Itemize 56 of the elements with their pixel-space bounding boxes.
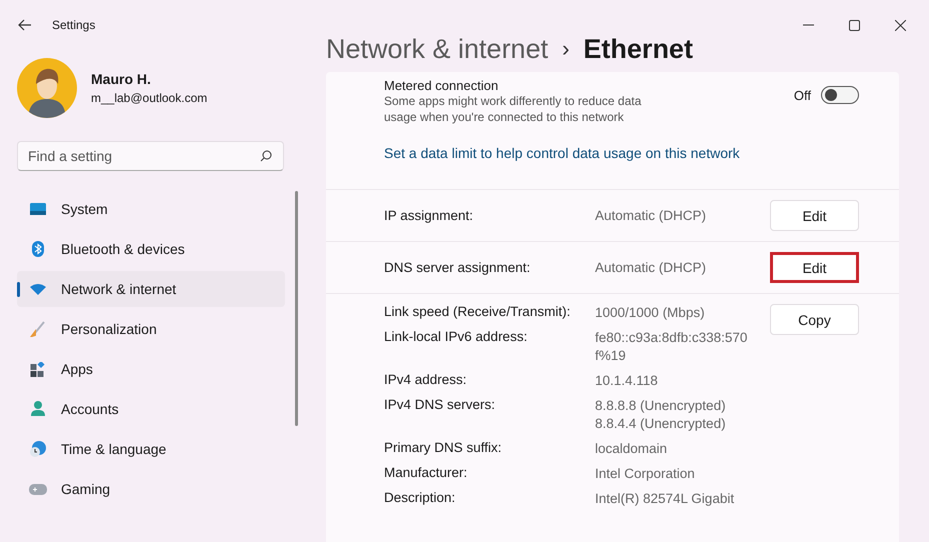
sidebar-item[interactable]: Apps (17, 351, 285, 387)
breadcrumb-link[interactable]: Network & internet (326, 34, 548, 64)
sidebar-item[interactable]: Accounts (17, 391, 285, 427)
property-value: 8.8.4.4 (Unencrypted) (595, 415, 727, 433)
setting-label: DNS server assignment: (384, 260, 532, 275)
avatar-icon (17, 58, 77, 118)
property-label: Link speed (Receive/Transmit): (384, 304, 572, 321)
property-label: Description: (384, 490, 456, 507)
wifi-icon (29, 284, 47, 294)
gamepad-icon (29, 484, 47, 494)
setting-title: Metered connection (384, 78, 500, 93)
property-label: IPv4 DNS servers: (384, 397, 496, 414)
breadcrumb-separator: › (562, 36, 570, 62)
toggle-switch[interactable] (821, 86, 859, 104)
search-field[interactable]: Find a setting (17, 141, 284, 171)
sidebar-item[interactable]: Bluetooth & devices (17, 231, 285, 267)
property-value: Intel(R) 82574L Gigabit (595, 490, 736, 508)
user-email: m__lab@outlook.com (91, 91, 208, 105)
property-label: IPv4 address: (384, 372, 468, 389)
brush-icon (29, 321, 47, 337)
back-icon[interactable] (18, 19, 32, 31)
person-icon (29, 401, 47, 417)
property-label: Primary DNS suffix: (384, 440, 503, 457)
apps-icon (29, 362, 47, 376)
page-title: Ethernet (583, 34, 693, 64)
setting-label: IP assignment: (384, 208, 474, 223)
data-limit-link[interactable]: Set a data limit to help control data usage on this network (326, 125, 899, 190)
property-value: 1000/1000 (Mbps) (595, 304, 706, 322)
sidebar-item[interactable]: Gaming (17, 471, 285, 507)
edit-button[interactable]: Edit (770, 200, 859, 231)
property-label: Manufacturer: (384, 465, 468, 482)
property-value: 10.1.4.118 (595, 372, 659, 390)
sidebar-item[interactable]: Time & language (17, 431, 285, 467)
toggle-state: Off (794, 88, 811, 102)
property-label: Link-local IPv6 address: (384, 329, 528, 346)
minimize-icon[interactable] (803, 24, 814, 26)
monitor-icon (29, 203, 47, 215)
window-title: Settings (52, 18, 96, 32)
sidebar-item[interactable]: Personalization (17, 311, 285, 347)
bluetooth-icon (29, 241, 47, 257)
property-value: 8.8.8.8 (Unencrypted) (595, 397, 727, 415)
edit-button[interactable]: Edit (770, 252, 859, 283)
globe-clock-icon (29, 441, 47, 457)
sidebar-item[interactable]: Network & internet (17, 271, 285, 307)
setting-value: Automatic (DHCP) (595, 208, 708, 223)
close-icon[interactable] (895, 20, 906, 30)
property-value: localdomain (595, 440, 668, 458)
copy-button[interactable]: Copy (770, 304, 859, 335)
maximize-icon[interactable] (849, 20, 860, 30)
user-name: Mauro H. (91, 71, 152, 87)
sidebar-item[interactable]: System (17, 191, 285, 227)
setting-description: Some apps might work differently to reduce data usage when you're connected to this network (384, 93, 642, 125)
search-icon (260, 150, 272, 162)
property-value: Intel Corporation (595, 465, 696, 483)
setting-value: Automatic (DHCP) (595, 260, 708, 275)
property-value: fe80::c93a:8dfb:c338:570f%19 (595, 329, 748, 365)
